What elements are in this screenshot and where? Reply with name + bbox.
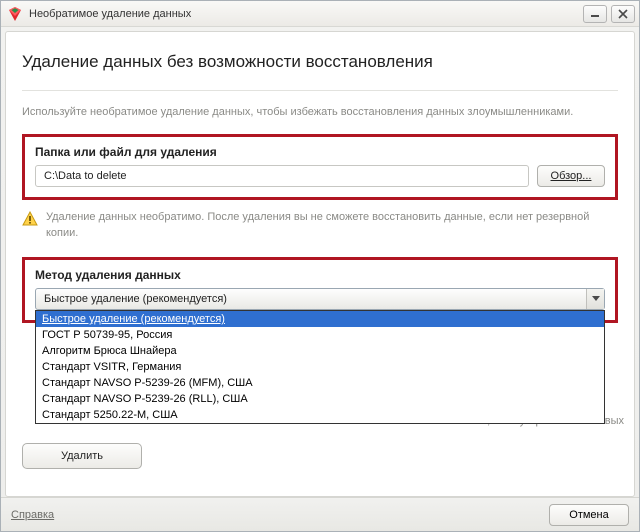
intro-text: Используйте необратимое удаление данных,… <box>22 105 618 120</box>
page-title: Удаление данных без возможности восстано… <box>22 52 618 72</box>
content-panel: Удаление данных без возможности восстано… <box>5 31 635 497</box>
app-icon <box>7 6 23 22</box>
method-combobox[interactable]: Быстрое удаление (рекомендуется) Быстрое… <box>35 288 605 310</box>
footer-bar: Справка Отмена <box>1 497 639 531</box>
method-option[interactable]: Стандарт NAVSO P-5239-26 (RLL), США <box>36 391 604 407</box>
folder-group-label: Папка или файл для удаления <box>35 145 605 159</box>
cancel-button[interactable]: Отмена <box>549 504 629 526</box>
method-option[interactable]: Стандарт VSITR, Германия <box>36 359 604 375</box>
method-option[interactable]: Стандарт 5250.22-М, США <box>36 407 604 423</box>
path-input[interactable] <box>35 165 529 187</box>
close-button[interactable] <box>611 5 635 23</box>
method-option[interactable]: ГОСТ Р 50739-95, Россия <box>36 327 604 343</box>
delete-button[interactable]: Удалить <box>22 443 142 469</box>
dialog-window: Необратимое удаление данных Удаление дан… <box>0 0 640 532</box>
method-option[interactable]: Стандарт NAVSO P-5239-26 (MFM), США <box>36 375 604 391</box>
browse-button[interactable]: Обзор... <box>537 165 605 187</box>
titlebar: Необратимое удаление данных <box>1 1 639 27</box>
warning-row: Удаление данных необратимо. После удален… <box>22 210 618 241</box>
divider <box>22 90 618 91</box>
warning-text: Удаление данных необратимо. После удален… <box>46 210 618 241</box>
folder-group: Папка или файл для удаления Обзор... <box>22 134 618 200</box>
chevron-down-icon <box>586 289 604 309</box>
minimize-button[interactable] <box>583 5 607 23</box>
method-group: Метод удаления данных Быстрое удаление (… <box>22 257 618 323</box>
method-dropdown-list: Быстрое удаление (рекомендуется) ГОСТ Р … <box>35 310 605 424</box>
combobox-selected-text: Быстрое удаление (рекомендуется) <box>36 293 586 305</box>
warning-icon <box>22 211 38 227</box>
method-option[interactable]: Алгоритм Брюса Шнайера <box>36 343 604 359</box>
title-text: Необратимое удаление данных <box>29 8 579 20</box>
method-group-label: Метод удаления данных <box>35 268 605 282</box>
help-link[interactable]: Справка <box>11 509 54 521</box>
method-option[interactable]: Быстрое удаление (рекомендуется) <box>36 311 604 327</box>
